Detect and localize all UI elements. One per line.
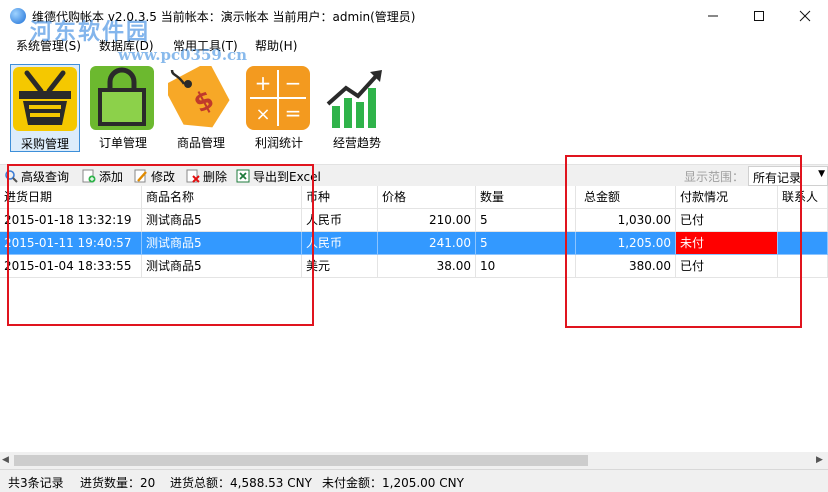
order-management-button[interactable]: 订单管理 — [88, 64, 158, 152]
table-row[interactable]: 2015-01-18 13:32:19 测试商品5 人民币 210.00 5 1… — [0, 209, 828, 232]
tool-label: 经营趋势 — [332, 136, 381, 150]
cell-quantity: 5 — [476, 209, 576, 232]
column-header-total[interactable]: 总金额 — [576, 186, 676, 209]
basket-icon — [13, 67, 77, 131]
add-label: 添加 — [99, 169, 124, 184]
table-header: 进货日期 商品名称 币种 价格 数量 总金额 付款情况 联系人 — [0, 186, 828, 209]
add-icon — [82, 169, 96, 183]
cell-product: 测试商品5 — [142, 209, 302, 232]
magnifier-icon — [5, 170, 18, 183]
tool-label: 利润统计 — [254, 136, 303, 150]
tool-label: 商品管理 — [176, 136, 225, 150]
status-record-count: 共3条记录 — [8, 476, 64, 490]
cell-quantity: 5 — [476, 232, 576, 255]
calculator-icon: + − × = — [246, 66, 310, 130]
status-quantity: 进货数量：20 — [80, 476, 156, 490]
app-window: 维德代购帐本 v2.0.3.5 当前帐本：演示帐本 当前用户：admin(管理员… — [0, 0, 828, 492]
business-trend-button[interactable]: 经营趋势 — [322, 64, 392, 152]
profit-statistics-button[interactable]: + − × = 利润统计 — [244, 64, 314, 152]
column-header-product[interactable]: 商品名称 — [142, 186, 302, 209]
tool-label: 订单管理 — [98, 136, 147, 150]
product-management-button[interactable]: $ 商品管理 — [166, 64, 236, 152]
edit-label: 修改 — [151, 169, 176, 184]
svg-text:−: − — [285, 71, 302, 95]
advanced-search-label: 高级查询 — [21, 169, 70, 184]
cell-total: 380.00 — [576, 255, 676, 278]
status-total: 进货总额：4,588.53 CNY — [170, 476, 312, 490]
shopping-bag-icon — [90, 66, 154, 130]
main-toolbar: 采购管理 订单管理 $ 商品管理 + − × = 利润统计 经营趋势 — [0, 56, 828, 154]
column-header-price[interactable]: 价格 — [378, 186, 476, 209]
delete-icon — [186, 169, 200, 183]
column-header-contact[interactable]: 联系人 — [778, 186, 828, 209]
scroll-left-icon[interactable]: ◀ — [2, 455, 9, 465]
cell-product: 测试商品5 — [142, 232, 302, 255]
cell-product: 测试商品5 — [142, 255, 302, 278]
watermark-url: www.pc0359.cn — [118, 46, 248, 64]
scroll-right-icon[interactable]: ▶ — [816, 455, 823, 465]
table-row[interactable]: 2015-01-04 18:33:55 测试商品5 美元 38.00 10 38… — [0, 255, 828, 278]
menu-help[interactable]: 帮助(H) — [255, 37, 297, 54]
column-header-date[interactable]: 进货日期 — [0, 186, 142, 209]
trend-chart-icon — [326, 70, 382, 128]
watermark-logo: 河东软件园 — [30, 19, 151, 45]
pencil-icon — [134, 169, 147, 183]
price-tag-icon: $ — [168, 66, 230, 128]
cell-date: 2015-01-04 18:33:55 — [0, 255, 142, 278]
minimize-icon — [708, 15, 718, 17]
tool-label: 采购管理 — [20, 137, 69, 151]
maximize-button[interactable] — [736, 0, 782, 32]
display-range-label: 显示范围： — [684, 170, 745, 184]
action-bar: 高级查询 添加 修改 删除 导出到Excel 显示范围： 所有记录 ▼ — [0, 164, 828, 186]
status-bar: 共3条记录 进货数量：20 进货总额：4,588.53 CNY 未付金额：1,2… — [0, 469, 828, 492]
minimize-button[interactable] — [690, 0, 736, 32]
display-range-select[interactable]: 所有记录 ▼ — [748, 166, 828, 186]
maximize-icon — [754, 11, 764, 21]
cell-contact — [778, 209, 828, 232]
cell-date: 2015-01-18 13:32:19 — [0, 209, 142, 232]
cell-payment-unpaid: 未付 — [676, 232, 778, 255]
cell-currency: 人民币 — [302, 232, 378, 255]
purchase-table: 进货日期 商品名称 币种 价格 数量 总金额 付款情况 联系人 2015-01-… — [0, 186, 828, 452]
export-label: 导出到Excel — [253, 169, 321, 184]
cell-date: 2015-01-11 19:40:57 — [0, 232, 142, 255]
svg-text:×: × — [255, 104, 270, 125]
app-logo-icon — [10, 8, 26, 24]
add-button[interactable]: 添加 — [82, 167, 123, 185]
table-row-selected[interactable]: 2015-01-11 19:40:57 测试商品5 人民币 241.00 5 1… — [0, 232, 828, 255]
cell-currency: 美元 — [302, 255, 378, 278]
column-header-quantity[interactable]: 数量 — [476, 186, 576, 209]
cell-price: 241.00 — [378, 232, 476, 255]
close-button[interactable] — [782, 0, 828, 32]
advanced-search-button[interactable]: 高级查询 — [4, 167, 69, 185]
cell-total: 1,030.00 — [576, 209, 676, 232]
cell-payment: 已付 — [676, 209, 778, 232]
cell-payment: 已付 — [676, 255, 778, 278]
scrollbar-thumb[interactable] — [14, 455, 588, 466]
cell-price: 38.00 — [378, 255, 476, 278]
cell-total: 1,205.00 — [576, 232, 676, 255]
svg-text:+: + — [255, 71, 272, 95]
svg-text:=: = — [285, 101, 302, 125]
cell-contact — [778, 232, 828, 255]
close-icon — [799, 10, 811, 22]
display-range-value: 所有记录 — [753, 171, 802, 185]
delete-button[interactable]: 删除 — [186, 167, 227, 185]
cell-contact — [778, 255, 828, 278]
column-header-payment[interactable]: 付款情况 — [676, 186, 778, 209]
horizontal-scrollbar[interactable]: ◀ ▶ — [0, 452, 828, 469]
cell-quantity: 10 — [476, 255, 576, 278]
cell-price: 210.00 — [378, 209, 476, 232]
status-unpaid: 未付金额：1,205.00 CNY — [322, 476, 464, 490]
delete-label: 删除 — [203, 169, 228, 184]
excel-icon — [236, 169, 250, 183]
column-header-currency[interactable]: 币种 — [302, 186, 378, 209]
export-excel-button[interactable]: 导出到Excel — [236, 167, 321, 185]
purchase-management-button[interactable]: 采购管理 — [10, 64, 80, 152]
chevron-down-icon: ▼ — [818, 169, 825, 179]
edit-button[interactable]: 修改 — [134, 167, 175, 185]
cell-currency: 人民币 — [302, 209, 378, 232]
